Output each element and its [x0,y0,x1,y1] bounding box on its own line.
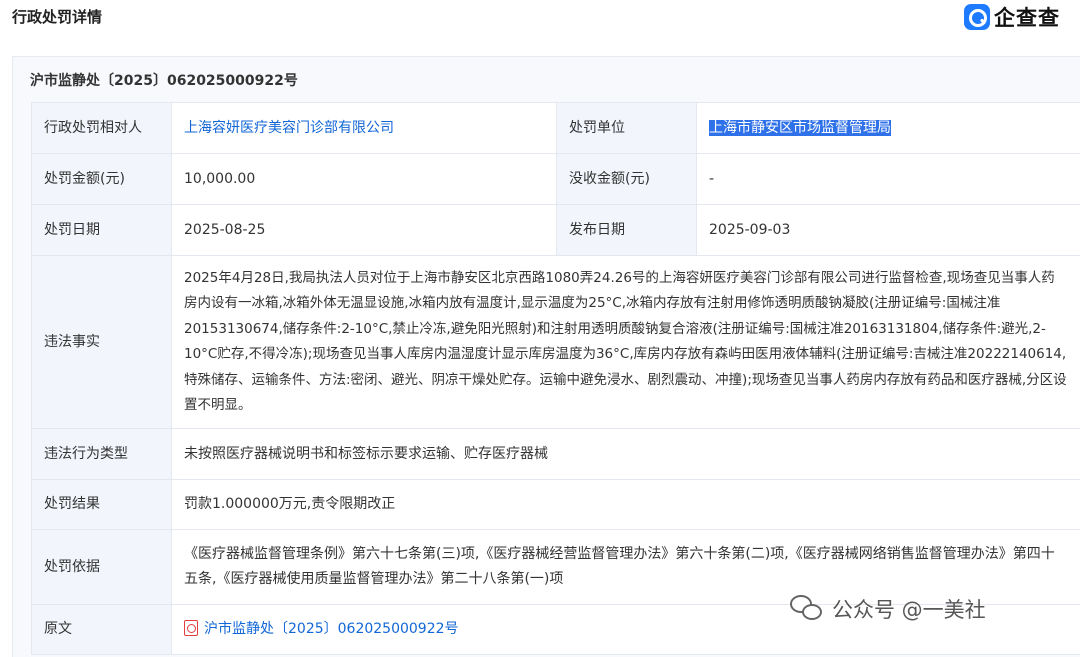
party-link[interactable]: 上海容妍医疗美容门诊部有限公司 [184,120,394,136]
logo-text: 企查查 [994,6,1060,30]
violation-type-label: 违法行为类型 [31,428,172,480]
page-title: 行政处罚详情 [12,8,103,26]
penalty-date-value: 2025-08-25 [171,204,557,256]
table-row: 处罚金额(元) 10,000.00 没收金额(元) - [31,153,1080,205]
qichacha-logo[interactable]: 企查查 [964,2,1060,32]
confiscation-value: - [696,153,1080,205]
authority-value-selected[interactable]: 上海市静安区市场监督管理局 [709,119,891,136]
wechat-icon [790,595,824,623]
penalty-detail-table: 行政处罚相对人 上海容妍医疗美容门诊部有限公司 处罚单位 上海市静安区市场监督管… [31,102,1080,655]
original-label: 原文 [31,604,172,655]
qichacha-logo-icon [964,4,990,30]
document-number: 沪市监静处〔2025〕062025000922号 [30,73,298,89]
table-row: 违法行为类型 未按照医疗器械说明书和标签标示要求运输、贮存医疗器械 [31,428,1080,480]
authority-label: 处罚单位 [556,102,697,154]
penalty-date-label: 处罚日期 [31,204,172,256]
publish-date-value: 2025-09-03 [696,204,1080,256]
watermark: 公众号 @一美社 [790,594,986,624]
result-label: 处罚结果 [31,479,172,530]
original-document-link[interactable]: 沪市监静处〔2025〕062025000922号 [204,621,459,637]
top-bar: 行政处罚详情 企查查 [0,0,1080,44]
basis-label: 处罚依据 [31,529,172,605]
watermark-text: 公众号 @一美社 [832,598,986,622]
violation-type-value: 未按照医疗器械说明书和标签标示要求运输、贮存医疗器械 [171,428,1080,480]
facts-label: 违法事实 [31,255,172,429]
table-row: 处罚结果 罚款1.000000万元,责令限期改正 [31,479,1080,530]
result-value: 罚款1.000000万元,责令限期改正 [171,479,1080,530]
table-row: 违法事实 2025年4月28日,我局执法人员对位于上海市静安区北京西路1080弄… [31,255,1080,429]
table-row: 行政处罚相对人 上海容妍医疗美容门诊部有限公司 处罚单位 上海市静安区市场监督管… [31,102,1080,154]
publish-date-label: 发布日期 [556,204,697,256]
pdf-icon [184,620,198,636]
confiscation-label: 没收金额(元) [556,153,697,205]
party-label: 行政处罚相对人 [31,102,172,154]
amount-value: 10,000.00 [171,153,557,205]
amount-label: 处罚金额(元) [31,153,172,205]
facts-value: 2025年4月28日,我局执法人员对位于上海市静安区北京西路1080弄24.26… [171,255,1080,429]
table-row: 处罚日期 2025-08-25 发布日期 2025-09-03 [31,204,1080,256]
